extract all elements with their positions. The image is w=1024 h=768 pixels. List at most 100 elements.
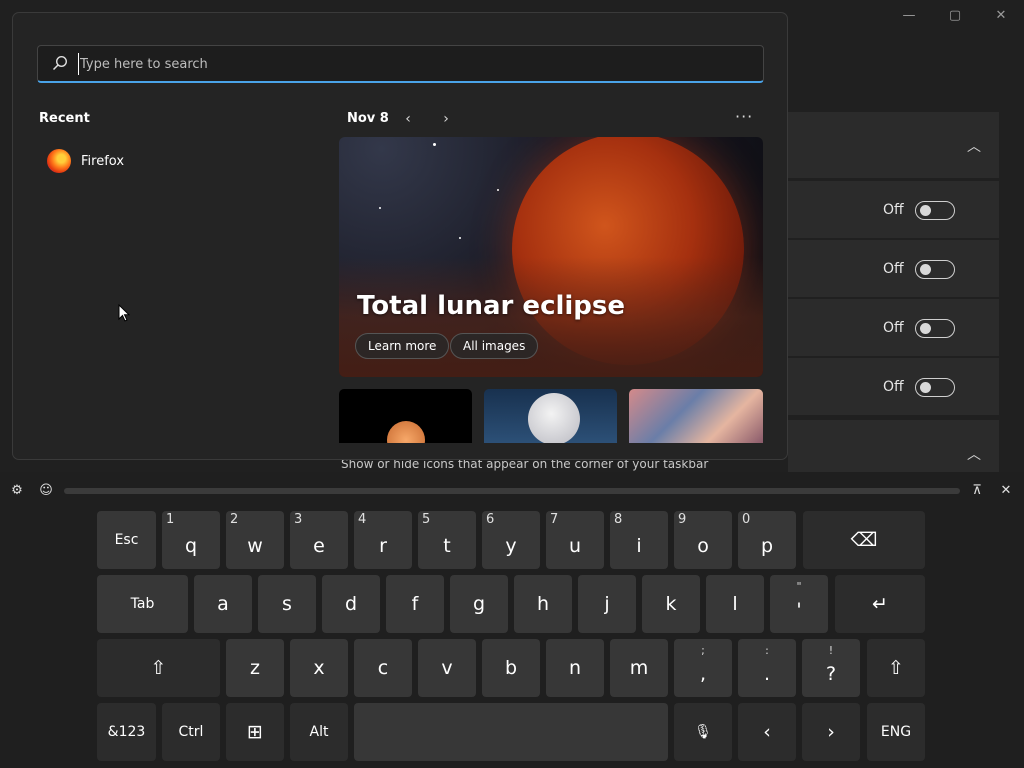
key-w[interactable]: 2w: [226, 511, 284, 569]
search-box[interactable]: [37, 45, 764, 83]
key-i[interactable]: 8i: [610, 511, 668, 569]
previous-day-button[interactable]: ‹: [398, 109, 418, 129]
key-number: 4: [358, 512, 367, 527]
key-label: ': [796, 599, 802, 621]
key-tab[interactable]: Tab: [97, 575, 188, 633]
key-b[interactable]: b: [482, 639, 540, 697]
key-language[interactable]: ENG: [867, 703, 925, 761]
key-label: ,: [699, 663, 707, 685]
microphone-icon: 🎙: [694, 724, 712, 740]
key-period[interactable]: :.: [738, 639, 796, 697]
key-label: u: [568, 535, 582, 557]
keyboard-drag-handle[interactable]: [64, 488, 960, 494]
key-n[interactable]: n: [546, 639, 604, 697]
key-ctrl[interactable]: Ctrl: [162, 703, 220, 761]
key-right-arrow[interactable]: ›: [802, 703, 860, 761]
key-alt-label: ": [796, 580, 802, 593]
key-space[interactable]: [354, 703, 668, 761]
taskbar-corner-section-header[interactable]: ︿: [788, 420, 999, 472]
key-symbols[interactable]: &123: [97, 703, 156, 761]
key-r[interactable]: 4r: [354, 511, 412, 569]
key-j[interactable]: j: [578, 575, 636, 633]
key-label: d: [344, 593, 358, 615]
key-windows[interactable]: ⊞: [226, 703, 284, 761]
spotlight-hero-image[interactable]: Total lunar eclipse Learn more All image…: [339, 137, 763, 377]
more-options-button[interactable]: ···: [735, 107, 753, 126]
key-g[interactable]: g: [450, 575, 508, 633]
enter-icon: ↵: [872, 593, 888, 615]
chevron-up-icon: ︿: [967, 139, 981, 155]
learn-more-button[interactable]: Learn more: [355, 333, 450, 359]
toggle-switch-3[interactable]: [915, 319, 955, 338]
thumbnail-orange-moon[interactable]: [339, 389, 472, 443]
key-number: 5: [422, 512, 431, 527]
key-label: ?: [825, 663, 837, 685]
key-v[interactable]: v: [418, 639, 476, 697]
sticker-icon[interactable]: ☺: [37, 482, 55, 500]
toggle-state-label: Off: [883, 202, 904, 218]
firefox-icon: [47, 149, 71, 173]
key-comma[interactable]: ;,: [674, 639, 732, 697]
key-t[interactable]: 5t: [418, 511, 476, 569]
shift-icon: ⇧: [888, 657, 904, 679]
key-z[interactable]: z: [226, 639, 284, 697]
key-o[interactable]: 9o: [674, 511, 732, 569]
key-label: b: [504, 657, 518, 679]
key-microphone[interactable]: 🎙: [674, 703, 732, 761]
toggle-switch-2[interactable]: [915, 260, 955, 279]
key-left-arrow[interactable]: ‹: [738, 703, 796, 761]
dock-keyboard-icon[interactable]: ⊼: [968, 482, 986, 500]
key-label: c: [377, 657, 389, 679]
close-button[interactable]: ✕: [986, 6, 1016, 26]
taskbar-icons-section-header[interactable]: ︿: [788, 112, 999, 178]
key-label: h: [536, 593, 550, 615]
toggle-switch-4[interactable]: [915, 378, 955, 397]
key-shift-left[interactable]: ⇧: [97, 639, 220, 697]
key-u[interactable]: 7u: [546, 511, 604, 569]
toggle-switch-1[interactable]: [915, 201, 955, 220]
key-h[interactable]: h: [514, 575, 572, 633]
key-esc[interactable]: Esc: [97, 511, 156, 569]
key-l[interactable]: l: [706, 575, 764, 633]
thumbnail-crowd[interactable]: [629, 389, 763, 443]
key-x[interactable]: x: [290, 639, 348, 697]
recent-item-label: Firefox: [81, 153, 125, 169]
key-f[interactable]: f: [386, 575, 444, 633]
key-k[interactable]: k: [642, 575, 700, 633]
key-number: 3: [294, 512, 303, 527]
maximize-button[interactable]: ▢: [940, 6, 970, 26]
key-m[interactable]: m: [610, 639, 668, 697]
recent-item-firefox[interactable]: Firefox: [47, 146, 247, 176]
key-shift-right[interactable]: ⇧: [867, 639, 925, 697]
search-icon: [52, 55, 68, 71]
minimize-button[interactable]: —: [894, 6, 924, 26]
next-day-button[interactable]: ›: [436, 109, 456, 129]
search-input[interactable]: [78, 53, 748, 75]
chevron-right-icon: ›: [827, 721, 835, 743]
key-c[interactable]: c: [354, 639, 412, 697]
key-number: 9: [678, 512, 687, 527]
key-label: y: [505, 535, 517, 557]
spotlight-date: Nov 8: [347, 111, 389, 126]
key-q[interactable]: 1q: [162, 511, 220, 569]
key-alt[interactable]: Alt: [290, 703, 348, 761]
key-e[interactable]: 3e: [290, 511, 348, 569]
key-s[interactable]: s: [258, 575, 316, 633]
key-backspace[interactable]: ⌫: [803, 511, 925, 569]
key-label: f: [411, 593, 419, 615]
keyboard-settings-icon[interactable]: ⚙: [8, 482, 26, 500]
key-label: q: [184, 535, 198, 557]
thumbnail-full-moon[interactable]: [484, 389, 617, 443]
key-d[interactable]: d: [322, 575, 380, 633]
key-apostrophe[interactable]: " ': [770, 575, 828, 633]
key-enter[interactable]: ↵: [835, 575, 925, 633]
key-label: o: [697, 535, 709, 557]
key-label: Tab: [130, 596, 155, 612]
key-question[interactable]: !?: [802, 639, 860, 697]
close-keyboard-icon[interactable]: ✕: [997, 482, 1015, 500]
key-y[interactable]: 6y: [482, 511, 540, 569]
all-images-button[interactable]: All images: [450, 333, 539, 359]
key-a[interactable]: a: [194, 575, 252, 633]
moon-shape: [528, 393, 580, 443]
key-p[interactable]: 0p: [738, 511, 796, 569]
